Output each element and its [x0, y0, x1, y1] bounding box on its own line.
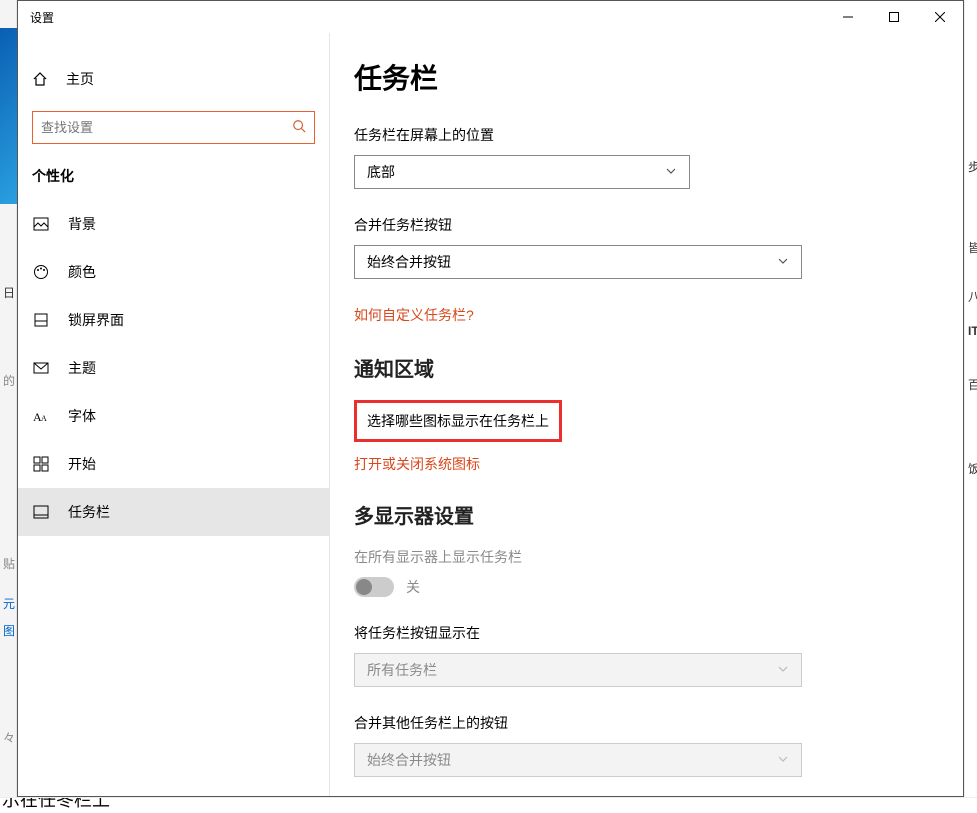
minimize-button[interactable]: [825, 1, 871, 33]
search-input-wrapper[interactable]: [32, 111, 315, 144]
nav-list: 背景 颜色 锁屏界面 主题 AA 字体: [18, 200, 329, 536]
combo-value: 所有任务栏: [367, 660, 437, 680]
sidebar-item-label: 背景: [68, 214, 96, 234]
select-taskbar-icons-link[interactable]: 选择哪些图标显示在任务栏上: [367, 413, 549, 429]
section-multi-monitor: 多显示器设置: [354, 500, 939, 529]
font-icon: AA: [32, 407, 50, 425]
combo-value: 底部: [367, 162, 395, 182]
background-window-strip: 日 的 贴 元 图 々: [0, 0, 17, 813]
combo-value: 始终合并按钮: [367, 252, 451, 272]
sidebar-item-taskbar[interactable]: 任务栏: [18, 488, 329, 536]
sidebar-item-label: 锁屏界面: [68, 310, 124, 330]
customize-taskbar-link[interactable]: 如何自定义任务栏?: [354, 305, 939, 325]
sidebar-item-label: 开始: [68, 454, 96, 474]
home-label: 主页: [66, 69, 94, 89]
sidebar-item-label: 颜色: [68, 262, 96, 282]
sidebar-item-lockscreen[interactable]: 锁屏界面: [18, 296, 329, 344]
sidebar: 主页 个性化 背景 颜色 锁屏界面: [18, 33, 330, 796]
system-icons-link[interactable]: 打开或关闭系统图标: [354, 454, 939, 474]
titlebar: 设置: [18, 1, 963, 33]
sidebar-item-label: 字体: [68, 406, 96, 426]
start-icon: [32, 455, 50, 473]
multi-show-label: 在所有显示器上显示任务栏: [354, 547, 939, 567]
sidebar-item-background[interactable]: 背景: [18, 200, 329, 248]
search-icon: [292, 119, 306, 136]
combine-buttons-label: 合并任务栏按钮: [354, 215, 939, 235]
home-icon: [32, 71, 48, 87]
toggle-state-label: 关: [406, 577, 420, 597]
section-notification-area: 通知区域: [354, 353, 939, 382]
page-title: 任务栏: [354, 57, 939, 97]
close-button[interactable]: [917, 1, 963, 33]
palette-icon: [32, 263, 50, 281]
taskbar-position-combo[interactable]: 底部: [354, 155, 690, 189]
combine-buttons-combo[interactable]: 始终合并按钮: [354, 245, 802, 279]
sidebar-item-start[interactable]: 开始: [18, 440, 329, 488]
sidebar-item-fonts[interactable]: AA 字体: [18, 392, 329, 440]
theme-icon: [32, 359, 50, 377]
category-label: 个性化: [32, 166, 315, 186]
chevron-down-icon: [777, 662, 789, 678]
content-pane: 任务栏 任务栏在屏幕上的位置 底部 合并任务栏按钮 始终合并按钮 如何自定义任务…: [330, 33, 963, 796]
multi-buttons-combo: 所有任务栏: [354, 653, 802, 687]
sidebar-item-label: 主题: [68, 358, 96, 378]
close-icon: [935, 12, 945, 22]
settings-window: 设置 主页 个性化: [17, 0, 964, 797]
background-window-strip-right: 步 皆 八 IT 百 饭: [964, 0, 977, 813]
truncated-background-text: 示在任冬栏上: [0, 797, 977, 813]
svg-text:A: A: [41, 414, 47, 423]
multi-show-toggle: [354, 577, 394, 597]
chevron-down-icon: [777, 752, 789, 768]
maximize-button[interactable]: [871, 1, 917, 33]
sidebar-item-themes[interactable]: 主题: [18, 344, 329, 392]
search-input[interactable]: [41, 120, 292, 135]
multi-show-toggle-row: 关: [354, 577, 939, 597]
taskbar-icon: [32, 503, 50, 521]
select-taskbar-icons-link-highlighted[interactable]: 选择哪些图标显示在任务栏上: [354, 400, 562, 442]
minimize-icon: [843, 12, 853, 22]
combo-value: 始终合并按钮: [367, 750, 451, 770]
sidebar-item-label: 任务栏: [68, 502, 110, 522]
home-button[interactable]: 主页: [18, 59, 329, 99]
window-title: 设置: [30, 9, 54, 26]
taskbar-position-label: 任务栏在屏幕上的位置: [354, 125, 939, 145]
maximize-icon: [889, 12, 899, 22]
sidebar-item-colors[interactable]: 颜色: [18, 248, 329, 296]
multi-buttons-label: 将任务栏按钮显示在: [354, 623, 939, 643]
chevron-down-icon: [777, 254, 789, 270]
lockscreen-icon: [32, 311, 50, 329]
chevron-down-icon: [665, 164, 677, 180]
picture-icon: [32, 215, 50, 233]
multi-combine-combo: 始终合并按钮: [354, 743, 802, 777]
multi-combine-label: 合并其他任务栏上的按钮: [354, 713, 939, 733]
